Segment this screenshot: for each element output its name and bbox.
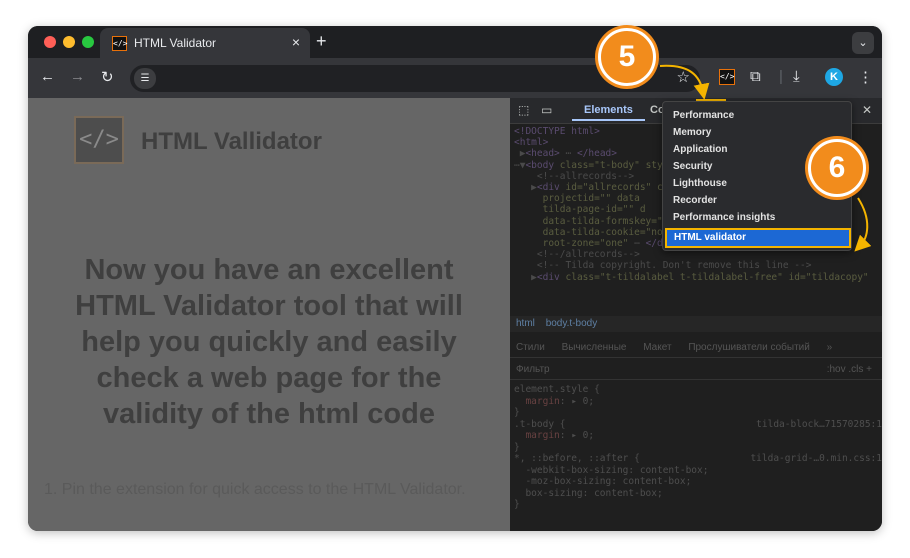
reload-icon[interactable]: ↻ <box>101 68 114 86</box>
hero-headline: Now you have an excellent HTML Validator… <box>75 254 463 430</box>
extensions-puzzle-icon[interactable]: ⧉ <box>750 68 761 85</box>
browser-toolbar: ← → ↻ ☰ ☆ </> ⧉ | ⤓ K ⋮ <box>28 58 882 98</box>
download-icon[interactable]: ⤓ <box>793 68 800 85</box>
browser-menu-icon[interactable]: ⋮ <box>858 68 873 86</box>
tab-elements[interactable]: Elements <box>572 104 645 121</box>
menu-item-security[interactable]: Security <box>673 161 712 172</box>
breadcrumb: html body.t-body <box>510 316 882 332</box>
menu-item-html-validator[interactable]: HTML validator <box>665 228 851 248</box>
styles-filter[interactable]: Фильтр :hov .cls + <box>510 360 882 380</box>
tab-title: HTML Validator <box>134 36 217 50</box>
tab-strip: </> HTML Validator × + ⌄ <box>28 26 882 58</box>
breadcrumb-body[interactable]: body.t-body <box>546 318 598 329</box>
tab-search-button[interactable]: ⌄ <box>852 32 874 54</box>
styles-pane: element.style { margin: ▸ 0; } .t-body {… <box>514 384 882 510</box>
minimize-window-button[interactable] <box>63 36 75 48</box>
device-toolbar-icon[interactable]: ▭ <box>541 103 552 117</box>
menu-item-recorder[interactable]: Recorder <box>673 195 717 206</box>
forward-icon[interactable]: → <box>70 68 85 85</box>
bookmark-star-icon[interactable]: ☆ <box>677 68 690 86</box>
breadcrumb-html[interactable]: html <box>516 318 535 329</box>
site-info-icon[interactable]: ☰ <box>134 68 156 89</box>
html-validator-extension-icon[interactable]: </> <box>719 69 735 85</box>
toolbar-divider: | <box>779 68 783 85</box>
filter-actions[interactable]: :hov .cls + <box>827 360 872 380</box>
maximize-window-button[interactable] <box>82 36 94 48</box>
tab-event-listeners[interactable]: Прослушиватели событий <box>688 342 810 353</box>
menu-item-performance[interactable]: Performance <box>673 110 734 121</box>
menu-item-lighthouse[interactable]: Lighthouse <box>673 178 727 189</box>
filter-input[interactable]: Фильтр <box>516 364 550 375</box>
menu-item-performance-insights[interactable]: Performance insights <box>673 212 775 223</box>
styles-tabs: Стили Вычисленные Макет Прослушиватели с… <box>510 338 882 358</box>
web-page: </> HTML Vallidator Now you have an exce… <box>28 98 510 531</box>
profile-avatar[interactable]: K <box>825 68 843 86</box>
brand-title: HTML Vallidator <box>141 128 322 155</box>
step-6-badge: 6 <box>808 139 866 197</box>
devtools-close-icon[interactable]: ✕ <box>862 103 872 117</box>
menu-item-memory[interactable]: Memory <box>673 127 711 138</box>
tab-layout[interactable]: Макет <box>643 342 671 353</box>
inspect-element-icon[interactable]: ⬚ <box>518 103 529 117</box>
favicon-icon: </> <box>112 36 127 51</box>
tab-styles[interactable]: Стили <box>516 342 545 353</box>
code-icon: </> <box>74 116 124 164</box>
close-window-button[interactable] <box>44 36 56 48</box>
tab-close-icon[interactable]: × <box>292 34 300 50</box>
tab-computed[interactable]: Вычисленные <box>562 342 627 353</box>
styles-more-tabs[interactable]: » <box>827 342 833 353</box>
menu-item-application[interactable]: Application <box>673 144 727 155</box>
step-text: 1. Pin the extension for quick access to… <box>44 481 466 498</box>
tab-html-validator[interactable]: </> HTML Validator × <box>100 28 310 58</box>
new-tab-button[interactable]: + <box>316 31 327 52</box>
back-icon[interactable]: ← <box>40 68 55 85</box>
step-5-badge: 5 <box>598 28 656 86</box>
